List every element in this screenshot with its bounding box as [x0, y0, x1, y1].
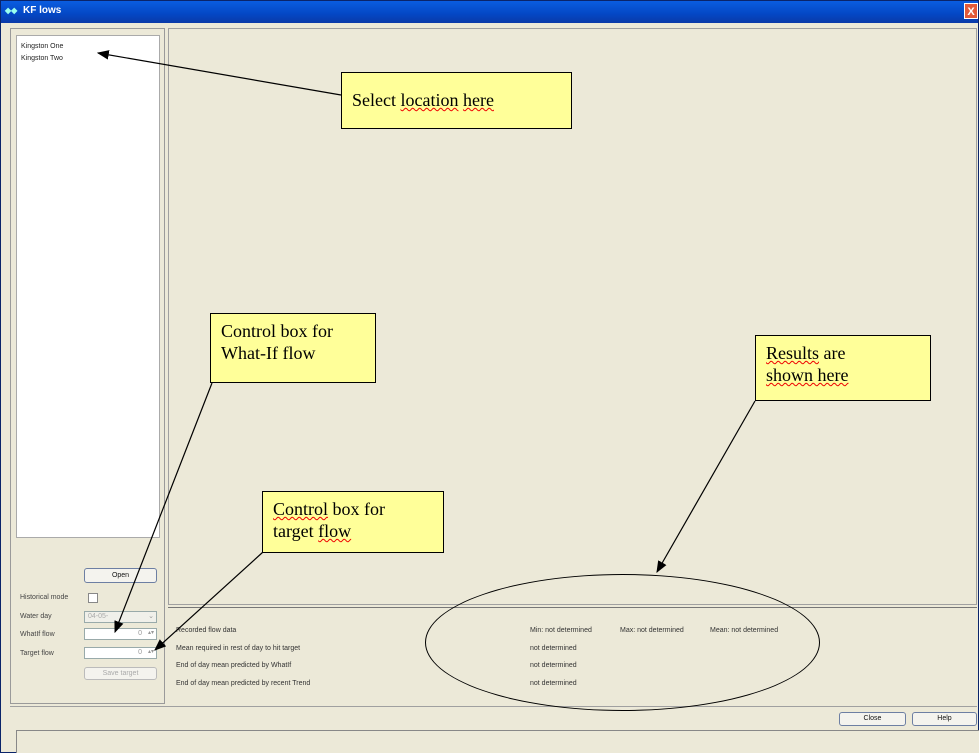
whatif-flow-input[interactable]: 0 ▴▾: [84, 628, 157, 640]
water-day-label: Water day: [20, 613, 52, 620]
annotation-text: location: [400, 90, 459, 110]
results-highlight-ellipse: [425, 574, 820, 711]
result-label: End of day mean predicted by WhatIf: [176, 662, 292, 669]
app-icon: ◆◆: [5, 6, 18, 15]
annotation-target: Control box for target flow: [262, 491, 444, 553]
annotation-text: here: [462, 90, 494, 110]
historical-mode-checkbox[interactable]: [88, 593, 98, 603]
annotation-results: Results are shown here: [755, 335, 931, 401]
annotation-text: are: [819, 343, 846, 363]
result-label: Recorded flow data: [176, 627, 237, 634]
annotation-text: target: [273, 521, 319, 541]
help-button[interactable]: Help: [912, 712, 977, 726]
target-flow-input[interactable]: 0 ▴▾: [84, 647, 157, 659]
annotation-text: Control box for: [221, 321, 333, 341]
water-day-value: 04-05-: [88, 613, 109, 620]
annotation-whatif: Control box for What-If flow: [210, 313, 376, 383]
annotation-text: What-If flow: [221, 343, 316, 363]
window-title: KF lows: [23, 5, 62, 16]
location-list[interactable]: Kingston One Kingston Two: [16, 35, 160, 538]
location-item[interactable]: Kingston One: [17, 41, 159, 53]
title-bar[interactable]: ◆◆ KF lows X: [1, 1, 978, 23]
annotation-select-location: Select location here: [341, 72, 572, 129]
close-button[interactable]: Close: [839, 712, 906, 726]
whatif-flow-value: 0: [138, 630, 142, 637]
bottom-button-bar: [10, 706, 977, 731]
save-target-button[interactable]: Save target: [84, 667, 157, 680]
water-day-select[interactable]: 04-05- ⌄: [84, 611, 157, 623]
spinner-icon[interactable]: ▴▾: [148, 647, 154, 657]
annotation-text: Results: [766, 343, 820, 363]
whatif-flow-label: WhatIf flow: [20, 631, 55, 638]
spinner-icon[interactable]: ▴▾: [148, 628, 154, 638]
annotation-text: shown here: [766, 365, 849, 385]
open-button[interactable]: Open: [84, 568, 157, 583]
result-label: End of day mean predicted by recent Tren…: [176, 680, 311, 687]
chevron-down-icon: ⌄: [148, 613, 154, 620]
target-flow-value: 0: [138, 649, 142, 656]
annotation-text: Select: [352, 90, 401, 110]
annotation-text: flow: [318, 521, 352, 541]
target-flow-label: Target flow: [20, 650, 54, 657]
annotation-text: box for: [328, 499, 386, 519]
result-label: Mean required in rest of day to hit targ…: [176, 645, 301, 652]
close-window-button[interactable]: X: [964, 3, 978, 19]
location-item[interactable]: Kingston Two: [17, 53, 159, 65]
historical-mode-label: Historical mode: [20, 594, 69, 601]
status-bar: [16, 730, 979, 753]
annotation-text: Control: [273, 499, 329, 519]
